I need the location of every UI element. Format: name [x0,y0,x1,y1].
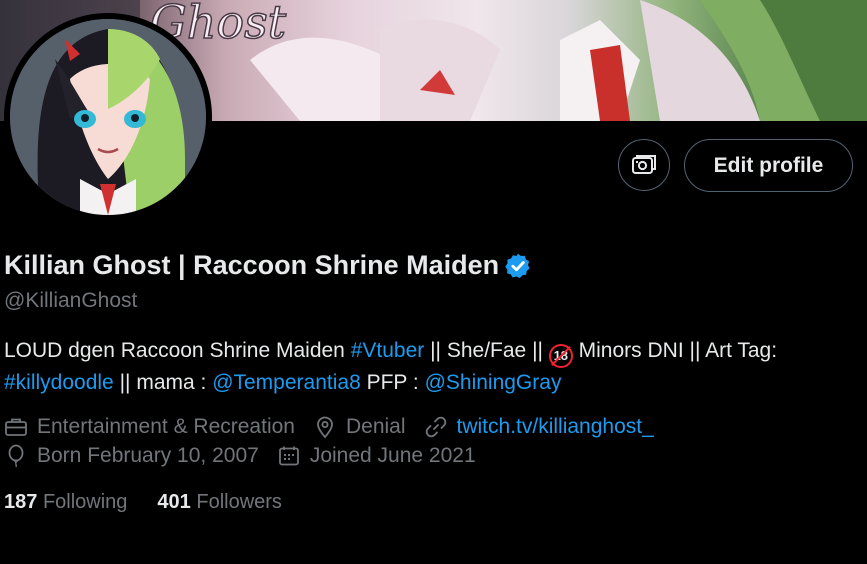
profile-meta-row-1: Entertainment & Recreation Denial twitch… [4,415,672,439]
bio-text: || mama : [113,371,213,394]
calendar-icon [278,446,299,466]
handle: @KillianGhost [4,289,138,312]
mention-link-temperantia8[interactable]: @Temperantia8 [212,371,361,394]
following-count: 187 [4,491,38,513]
avatar-image [10,19,206,215]
profile-meta-row-2: Born February 10, 2007 Joined June 2021 [4,444,494,468]
display-name-row: Killian Ghost | Raccoon Shrine Maiden [4,250,532,281]
briefcase-icon [5,418,27,436]
edit-banner-button[interactable] [618,139,670,191]
edit-banner-icon [632,155,656,174]
website-link[interactable]: twitch.tv/killianghost_ [457,415,654,439]
avatar[interactable] [4,13,212,221]
location-pin-icon [317,416,333,439]
bio: LOUD dgen Raccoon Shrine Maiden #Vtuber … [4,336,864,398]
bio-text: Minors DNI || Art Tag: [572,339,778,362]
balloon-icon [8,444,24,468]
link-icon [425,416,446,438]
bio-text: LOUD dgen Raccoon Shrine Maiden [4,339,351,362]
followers-label: Followers [196,491,282,513]
following-link[interactable]: 187 Following [4,491,127,514]
location: Denial [313,415,406,439]
followers-link[interactable]: 401 Followers [157,491,282,514]
followers-count: 401 [157,491,191,513]
hashtag-link-vtuber[interactable]: #Vtuber [351,339,425,362]
follow-stats: 187 Following 401 Followers [4,491,312,514]
bio-text: PFP : [360,371,425,394]
category-label: Entertainment & Recreation [37,415,295,438]
birthday: Born February 10, 2007 [4,444,259,468]
following-label: Following [42,491,128,513]
website[interactable]: twitch.tv/killianghost_ [424,415,654,439]
hashtag-link-killydoodle[interactable]: #killydoodle [4,371,114,394]
edit-profile-button[interactable]: Edit profile [684,139,853,192]
verified-badge-icon[interactable] [504,252,532,280]
join-date-label: Joined June 2021 [309,444,476,467]
mention-link-shininggray[interactable]: @ShiningGray [425,371,562,394]
no-minors-emoji: 18 [548,344,573,368]
location-label: Denial [345,415,406,438]
bio-text: || She/Fae || [424,339,549,362]
join-date: Joined June 2021 [277,444,476,468]
display-name: Killian Ghost | Raccoon Shrine Maiden [4,250,500,280]
birthday-label: Born February 10, 2007 [37,444,259,467]
category: Entertainment & Recreation [4,415,295,439]
